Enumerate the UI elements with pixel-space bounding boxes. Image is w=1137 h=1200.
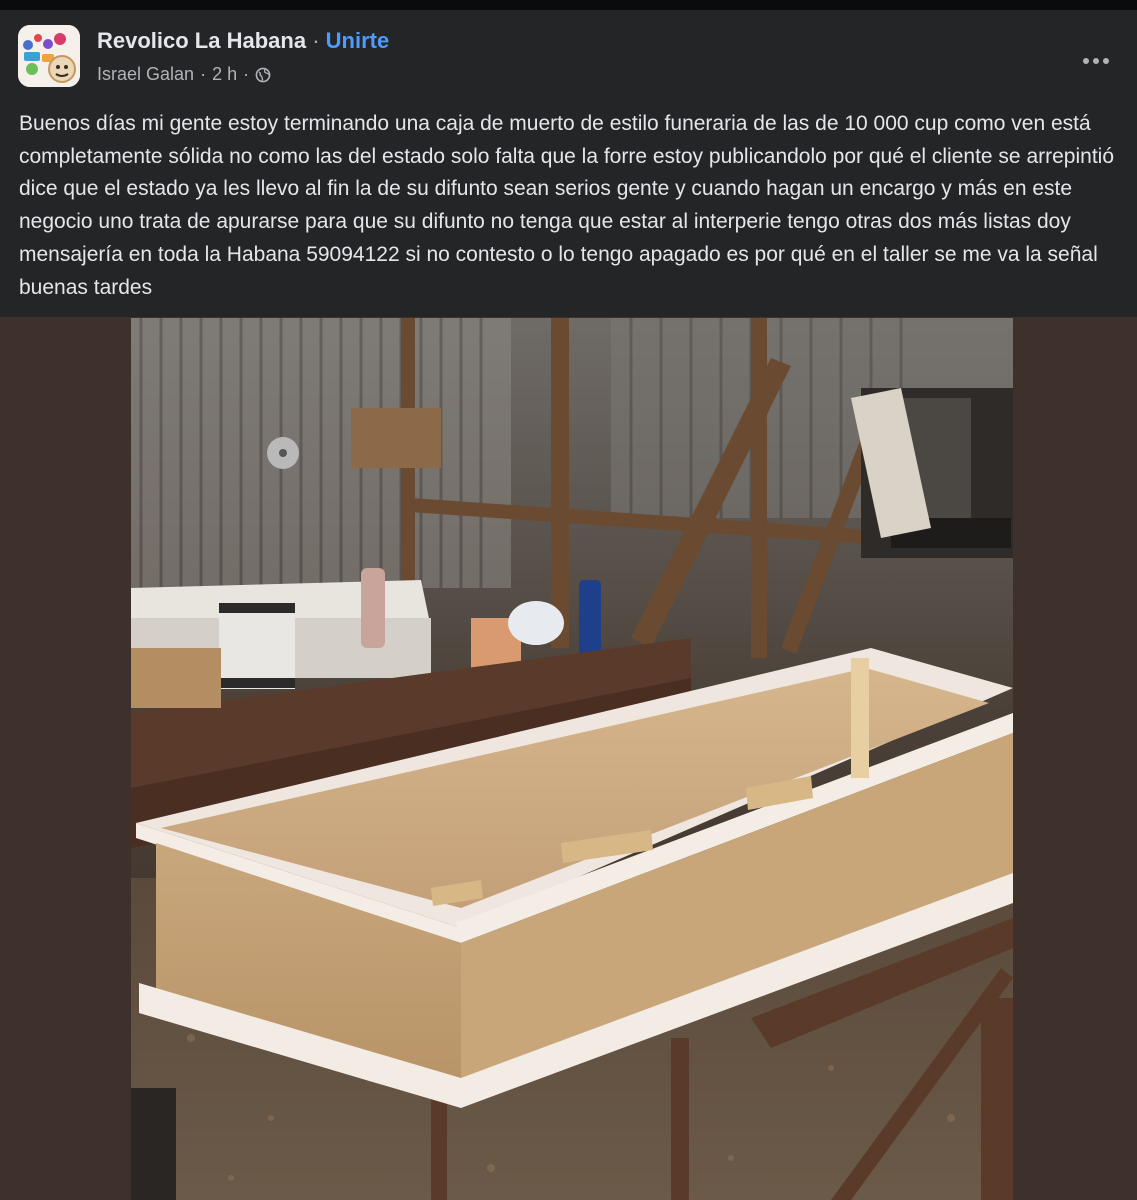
post-body-text: Buenos días mi gente estoy terminando un… [19,112,1114,299]
group-avatar[interactable] [18,25,80,87]
group-name-link[interactable]: Revolico La Habana [97,28,306,53]
post-card: Revolico La Habana · Unirte Israel Galan… [0,10,1137,317]
coffin-workshop-photo [131,318,1013,1200]
globe-icon[interactable] [255,67,271,83]
author-name-link[interactable]: Israel Galan [97,64,194,85]
top-strip [0,0,1137,10]
post-meta: Israel Galan · 2 h · [97,64,271,85]
post-photo[interactable] [131,318,1013,1200]
more-options-icon[interactable] [1076,46,1116,76]
meta-separator: · [200,64,207,84]
header-separator: · [312,28,320,53]
post-header-title: Revolico La Habana · Unirte [97,28,389,54]
group-avatar-image [18,25,80,87]
join-group-button[interactable]: Unirte [326,28,390,53]
post-timestamp-link[interactable]: 2 h [212,64,237,85]
meta-separator: · [243,64,250,84]
more-dots [1083,58,1109,64]
